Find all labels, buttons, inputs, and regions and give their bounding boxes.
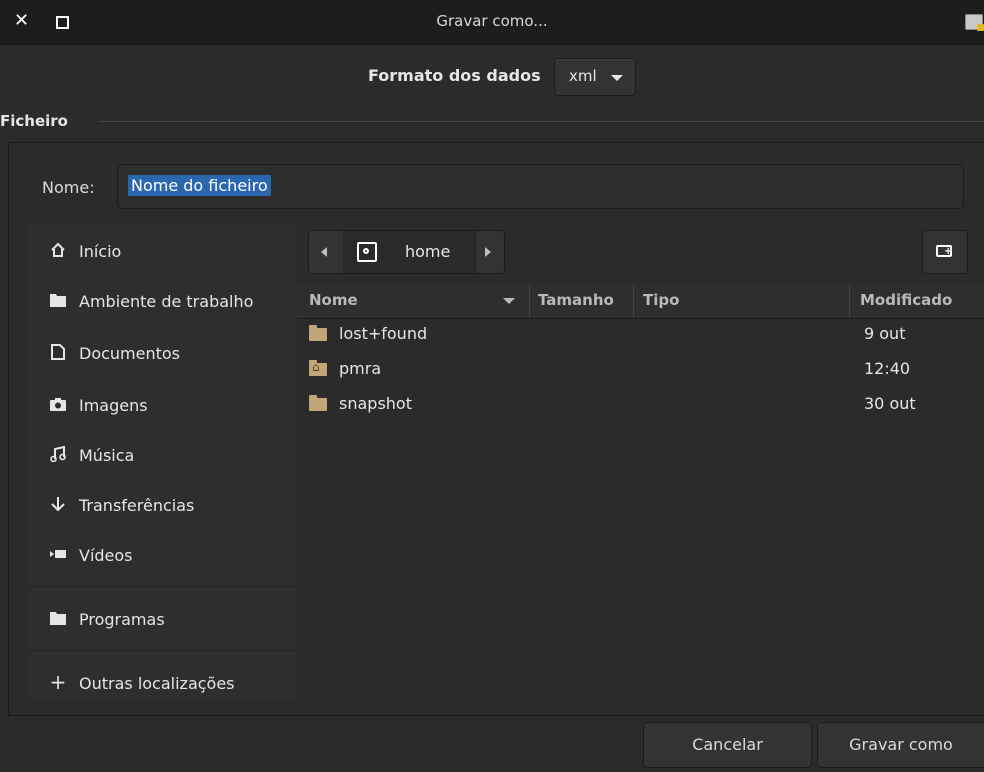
- path-home-label: home: [405, 242, 451, 261]
- sidebar-item-transferencias[interactable]: Transferências: [29, 482, 297, 526]
- sidebar-item-label: Vídeos: [79, 546, 133, 565]
- filename-value: Nome do ficheiro: [128, 175, 271, 196]
- format-row: Formato dos dados xml: [0, 56, 984, 96]
- sidebar-item-musica[interactable]: Música: [29, 432, 297, 476]
- window-title: Gravar como...: [436, 12, 548, 30]
- section-divider: [98, 121, 984, 122]
- new-folder-button[interactable]: [922, 230, 968, 274]
- name-label: Nome:: [42, 178, 95, 197]
- music-icon: [49, 445, 67, 463]
- drive-icon: [357, 242, 377, 262]
- file-modified: 12:40: [864, 359, 911, 378]
- sidebar-item-imagens[interactable]: Imagens: [29, 382, 297, 426]
- sidebar-item-videos[interactable]: Vídeos: [29, 532, 297, 576]
- plus-icon: +: [49, 670, 67, 694]
- column-tipo[interactable]: Tipo: [643, 291, 679, 309]
- file-modified: 30 out: [864, 394, 916, 413]
- home-folder-icon: [309, 360, 327, 376]
- sidebar-item-label: Ambiente de trabalho: [79, 292, 254, 311]
- sidebar-item-label: Transferências: [79, 496, 195, 515]
- column-nome[interactable]: Nome: [309, 291, 358, 309]
- table-row[interactable]: snapshot 30 out: [297, 388, 984, 424]
- sidebar-item-label: Início: [79, 242, 122, 261]
- format-value: xml: [569, 67, 597, 85]
- file-name: lost+found: [339, 324, 428, 343]
- sidebar-item-outras[interactable]: + Outras localizações: [29, 660, 297, 704]
- title-bar: ✕ Gravar como...: [0, 0, 984, 45]
- sidebar-item-programas[interactable]: Programas: [29, 596, 297, 640]
- sidebar-item-label: Imagens: [79, 396, 148, 415]
- file-name: pmra: [339, 359, 382, 378]
- format-label: Formato dos dados: [368, 66, 541, 85]
- file-name: snapshot: [339, 394, 412, 413]
- column-tamanho[interactable]: Tamanho: [538, 291, 614, 309]
- column-divider: [849, 286, 850, 318]
- column-divider: [633, 286, 634, 318]
- file-modified: 9 out: [864, 324, 906, 343]
- new-folder-icon: [936, 245, 952, 257]
- sidebar-item-documentos[interactable]: Documentos: [29, 330, 297, 374]
- sidebar-item-inicio[interactable]: Início: [29, 228, 297, 272]
- cancel-button[interactable]: Cancelar: [643, 722, 812, 768]
- sidebar-item-label: Música: [79, 446, 135, 465]
- folder-icon: [309, 395, 327, 411]
- places-sidebar: Início Ambiente de trabalho Documentos I…: [29, 224, 297, 700]
- table-header: Nome Tamanho Tipo Modificado: [297, 284, 984, 319]
- sidebar-item-label: Outras localizações: [79, 674, 235, 693]
- path-root-button[interactable]: [343, 231, 392, 273]
- sidebar-item-ambiente[interactable]: Ambiente de trabalho: [29, 278, 297, 322]
- folder-icon: [309, 325, 327, 341]
- sidebar-item-label: Documentos: [79, 344, 181, 363]
- app-icon: [965, 14, 984, 31]
- document-icon: [49, 343, 67, 361]
- path-home-button[interactable]: home: [391, 231, 476, 273]
- path-forward-button[interactable]: [475, 231, 505, 273]
- camera-icon: [49, 395, 67, 413]
- sidebar-item-label: Programas: [79, 610, 165, 629]
- path-bar: home: [308, 230, 505, 274]
- sidebar-divider: [29, 650, 297, 651]
- table-row[interactable]: lost+found 9 out: [297, 318, 984, 354]
- video-icon: [49, 545, 67, 563]
- table-row[interactable]: pmra 12:40: [297, 353, 984, 389]
- sidebar-divider: [29, 586, 297, 587]
- sort-down-icon: [503, 298, 515, 304]
- home-icon: [49, 241, 67, 259]
- path-back-button[interactable]: [309, 231, 344, 273]
- folder-icon: [49, 291, 67, 309]
- column-divider: [529, 286, 530, 318]
- format-dropdown[interactable]: xml: [554, 58, 636, 96]
- column-modificado[interactable]: Modificado: [860, 291, 952, 309]
- save-button[interactable]: Gravar como: [817, 722, 984, 768]
- filename-input[interactable]: Nome do ficheiro: [117, 164, 964, 209]
- download-icon: [49, 495, 67, 513]
- chevron-down-icon: [611, 75, 623, 81]
- section-label: Ficheiro: [0, 112, 68, 130]
- folder-icon: [49, 609, 67, 627]
